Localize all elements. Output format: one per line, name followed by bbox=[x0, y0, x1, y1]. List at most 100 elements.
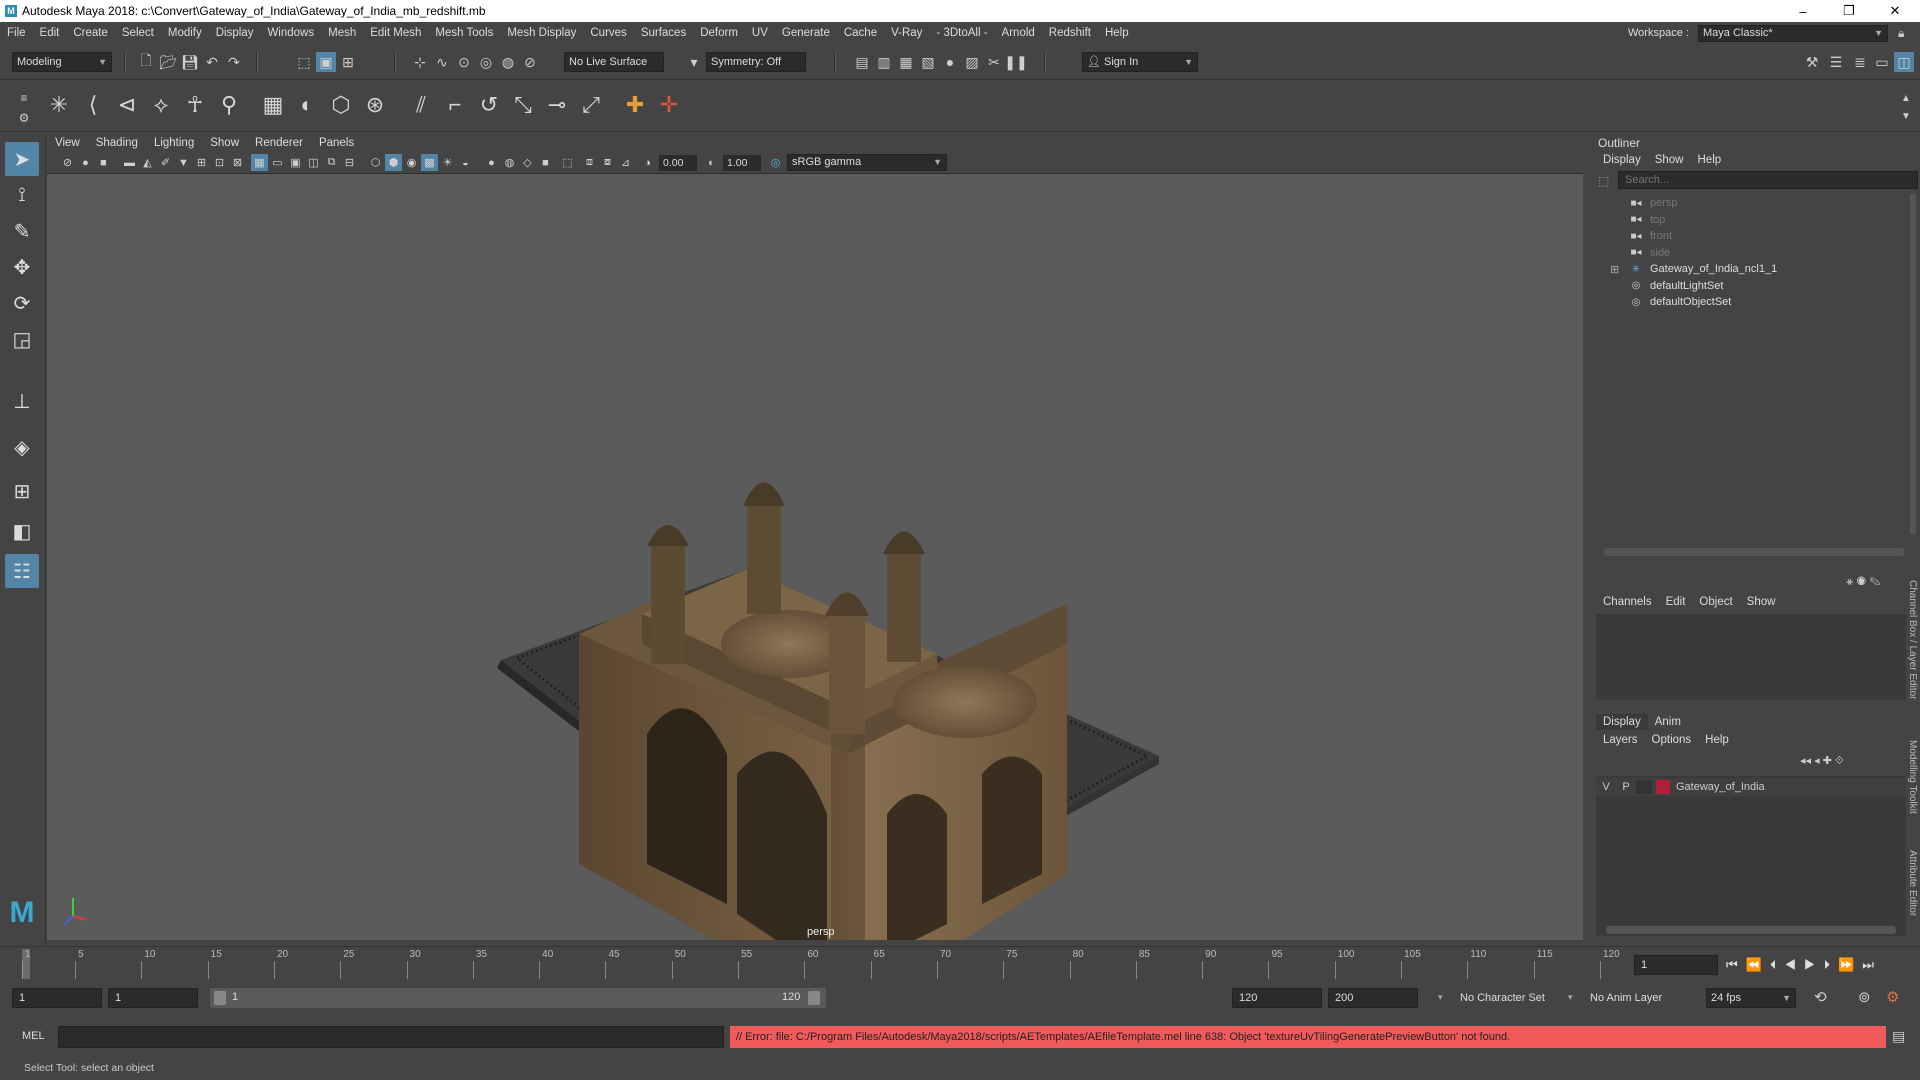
modelling-toolkit-side-tab[interactable]: Modelling Toolkit bbox=[1907, 740, 1918, 814]
smooth-shade-all-icon[interactable]: ⬢ bbox=[385, 154, 402, 171]
layer-menu-help[interactable]: Help bbox=[1698, 732, 1736, 748]
fps-dropdown[interactable]: 24 fps ▼ bbox=[1706, 988, 1796, 1008]
layer-menu-layers[interactable]: Layers bbox=[1596, 732, 1645, 748]
ik-handle-icon[interactable]: ⟨ bbox=[78, 90, 108, 120]
color-space-dropdown[interactable]: sRGB gamma ▼ bbox=[787, 154, 947, 171]
chevron-down-icon[interactable]: ▾ bbox=[1438, 992, 1443, 1003]
loop-icon[interactable]: ⟲ bbox=[1814, 988, 1827, 1006]
save-scene-icon[interactable]: 💾︎ bbox=[180, 52, 200, 72]
menu-select[interactable]: Select bbox=[115, 22, 161, 44]
film-gate-icon[interactable]: ⊡ bbox=[211, 154, 228, 171]
minimize-button[interactable]: – bbox=[1780, 0, 1826, 22]
snap-live-icon[interactable]: ⊘ bbox=[520, 52, 540, 72]
exposure-field[interactable]: 0.00 bbox=[659, 155, 697, 171]
textured-icon[interactable]: ▩ bbox=[421, 154, 438, 171]
outliner-hscrollbar[interactable] bbox=[1604, 548, 1904, 556]
cluster-icon[interactable]: ◐ bbox=[292, 90, 322, 120]
viewport-menu-view[interactable]: View bbox=[47, 137, 88, 149]
snap-curve-icon[interactable]: ∿ bbox=[432, 52, 452, 72]
channel-menu-show[interactable]: Show bbox=[1740, 594, 1783, 610]
script-language-label[interactable]: MEL bbox=[22, 1030, 45, 1042]
2d-pan-icon[interactable]: ◭ bbox=[139, 154, 156, 171]
depth-of-field-icon[interactable]: ■ bbox=[537, 154, 554, 171]
menu-deform[interactable]: Deform bbox=[693, 22, 745, 44]
character-set-label[interactable]: No Character Set bbox=[1460, 992, 1545, 1004]
outliner-item[interactable]: ■◂ top bbox=[1628, 211, 1665, 229]
chevron-down-icon[interactable]: ▾ bbox=[684, 52, 704, 72]
soft-select-icon[interactable]: ◈ bbox=[5, 430, 39, 464]
lasso-tool-icon[interactable]: ⟟ bbox=[5, 178, 39, 212]
gamma-icon[interactable]: ◐ bbox=[703, 154, 720, 171]
cluster-handle-icon[interactable]: ✛ bbox=[654, 90, 684, 120]
motion-blur-icon[interactable]: ◍ bbox=[501, 154, 518, 171]
menu-edit[interactable]: Edit bbox=[33, 22, 67, 44]
menu-mesh[interactable]: Mesh bbox=[321, 22, 363, 44]
snap-point-icon[interactable]: ⊙ bbox=[454, 52, 474, 72]
outliner-item[interactable]: ⊞ ✳ Gateway_of_India_ncl1_1 bbox=[1610, 260, 1777, 278]
playback-controls[interactable]: ⏮⏪⏴◀▶⏵⏩⏭ bbox=[1726, 957, 1882, 973]
viewport-menu-renderer[interactable]: Renderer bbox=[247, 137, 311, 149]
pole-vector-icon[interactable]: ⤢ bbox=[576, 90, 606, 120]
menu-uv[interactable]: UV bbox=[745, 22, 775, 44]
render-sequence-icon[interactable]: ▥ bbox=[874, 52, 894, 72]
time-slider[interactable]: 1 5 10 15 20 25 30 35 40 45 50 55 60 65 70 75 80 85 90 95 10… bbox=[0, 946, 1920, 982]
grid-icon[interactable]: ⊞ bbox=[193, 154, 210, 171]
resolution-gate-icon[interactable]: ⊠ bbox=[229, 154, 246, 171]
menu-arnold[interactable]: Arnold bbox=[995, 22, 1042, 44]
menu-generate[interactable]: Generate bbox=[775, 22, 837, 44]
menu-display[interactable]: Display bbox=[209, 22, 261, 44]
render-frame-icon[interactable]: ▤ bbox=[852, 52, 872, 72]
menu-windows[interactable]: Windows bbox=[260, 22, 321, 44]
auto-key-icon[interactable]: ⊚ bbox=[1858, 988, 1871, 1006]
snap-grid-icon[interactable]: ⊹ bbox=[410, 52, 430, 72]
chevron-down-icon[interactable]: ▾ bbox=[1568, 992, 1573, 1003]
layout-outliner-icon[interactable]: ☷ bbox=[5, 554, 39, 588]
layer-tools-icons[interactable]: ◂◂ ◂ ✚ ⟐ bbox=[1800, 754, 1844, 768]
field-chart-icon[interactable]: ◫ bbox=[305, 154, 322, 171]
shelf-menu-icon[interactable]: ≡ bbox=[14, 88, 34, 108]
viewport-persp[interactable]: persp bbox=[47, 174, 1583, 940]
soft-mod-icon[interactable]: ⊛ bbox=[360, 90, 390, 120]
menu-mesh-tools[interactable]: Mesh Tools bbox=[428, 22, 500, 44]
shelf-settings-icon[interactable]: ⚙ bbox=[14, 108, 34, 128]
quick-rig-icon[interactable]: ⚲ bbox=[214, 90, 244, 120]
outliner-menu-show[interactable]: Show bbox=[1648, 152, 1691, 168]
grease-pencil-icon[interactable]: ✐ bbox=[157, 154, 174, 171]
anim-prefs-icon[interactable]: ⚙ bbox=[1886, 988, 1899, 1006]
command-input[interactable] bbox=[58, 1026, 724, 1048]
layer-reference-toggle[interactable] bbox=[1636, 780, 1652, 794]
layer-playback-toggle[interactable]: P bbox=[1616, 781, 1636, 793]
safe-title-icon[interactable]: ⊟ bbox=[341, 154, 358, 171]
snap-view-plane-icon[interactable]: ◎ bbox=[476, 52, 496, 72]
outliner-item[interactable]: ◎ defaultLightSet bbox=[1628, 277, 1724, 295]
tool-settings-icon[interactable]: ≣ bbox=[1850, 52, 1870, 72]
menu-3dtoall[interactable]: - 3DtoAll - bbox=[929, 22, 994, 44]
ipr-render-icon[interactable]: ▦ bbox=[896, 52, 916, 72]
outliner-item[interactable]: ■◂ front bbox=[1628, 227, 1672, 245]
script-editor-icon[interactable]: ▤ bbox=[1892, 1028, 1905, 1045]
menu-curves[interactable]: Curves bbox=[583, 22, 633, 44]
use-lights-icon[interactable]: ☀ bbox=[439, 154, 456, 171]
orient-constraint-icon[interactable]: ↺ bbox=[474, 90, 504, 120]
channel-menu-object[interactable]: Object bbox=[1692, 594, 1739, 610]
exposure-icon[interactable]: ◑ bbox=[639, 154, 656, 171]
menu-v-ray[interactable]: V-Ray bbox=[884, 22, 929, 44]
symmetry-dropdown[interactable]: Symmetry: Off bbox=[706, 52, 806, 72]
menu-modify[interactable]: Modify bbox=[161, 22, 209, 44]
paint-weights-icon[interactable]: ▦ bbox=[258, 90, 288, 120]
maximize-button[interactable]: ❐ bbox=[1826, 0, 1872, 22]
layer-tab-anim[interactable]: Anim bbox=[1648, 714, 1688, 730]
end-time-field[interactable]: 200 bbox=[1328, 988, 1418, 1008]
scale-constraint-icon[interactable]: ⤡ bbox=[508, 90, 538, 120]
menu-cache[interactable]: Cache bbox=[837, 22, 884, 44]
gamma-field[interactable]: 1.00 bbox=[723, 155, 761, 171]
bookmarks-icon[interactable]: ■ bbox=[95, 154, 112, 171]
paint-select-icon[interactable]: ✎ bbox=[5, 214, 39, 248]
playback-start-field[interactable]: 1 bbox=[108, 988, 198, 1008]
camera-select-icon[interactable]: ⊘ bbox=[59, 154, 76, 171]
sign-in-dropdown[interactable]: 👤︎ Sign In ▼ bbox=[1082, 52, 1198, 72]
render-settings-icon[interactable]: ▧ bbox=[918, 52, 938, 72]
last-tool-icon[interactable]: ⊥ bbox=[5, 384, 39, 418]
expand-icon[interactable]: ⊞ bbox=[1610, 263, 1619, 276]
snap-surface-icon[interactable]: ◍ bbox=[498, 52, 518, 72]
